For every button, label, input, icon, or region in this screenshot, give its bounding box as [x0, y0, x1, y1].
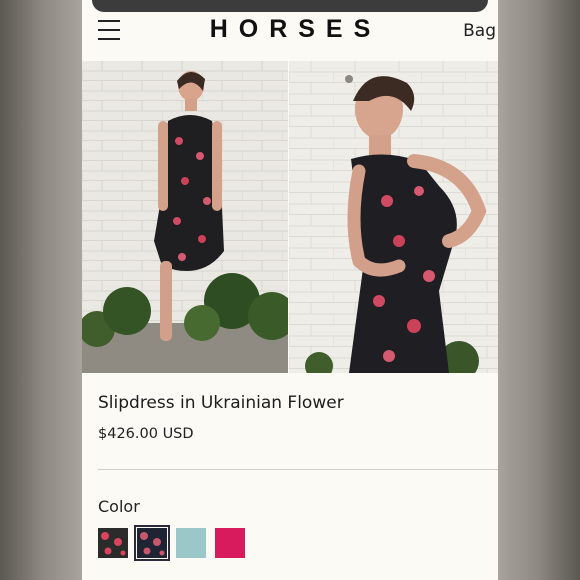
- product-image-closeup[interactable]: [289, 61, 498, 373]
- color-label: Color: [98, 497, 140, 516]
- product-title: Slipdress in Ukrainian Flower: [98, 393, 344, 413]
- swatch-magenta[interactable]: [215, 528, 245, 558]
- status-bar: [92, 0, 488, 12]
- product-page: HORSES Bag Slipdress in Ukrainian Flower…: [82, 0, 498, 580]
- brand-logo[interactable]: HORSES: [82, 15, 498, 44]
- bag-link[interactable]: Bag: [463, 21, 496, 41]
- swatch-black-floral[interactable]: [98, 528, 128, 558]
- header: HORSES Bag: [82, 12, 498, 60]
- swatch-light-blue[interactable]: [176, 528, 206, 558]
- swatch-navy-floral[interactable]: [134, 525, 170, 561]
- divider: [98, 469, 498, 470]
- product-image-full-length[interactable]: [82, 61, 288, 373]
- product-gallery: [82, 61, 498, 373]
- product-price: $426.00 USD: [98, 426, 194, 442]
